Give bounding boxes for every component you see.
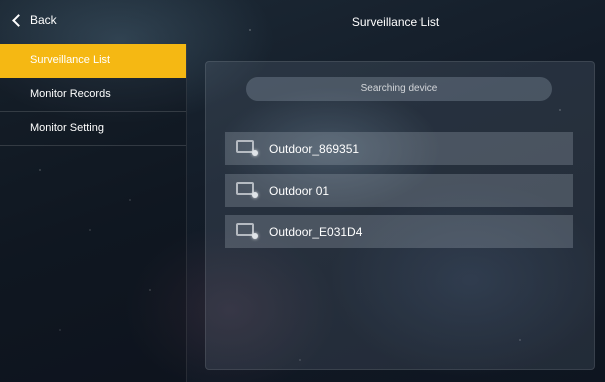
sidebar-item-surveillance-list[interactable]: Surveillance List bbox=[0, 44, 186, 78]
device-list-panel: Searching device Outdoor_869351 Outdoor … bbox=[205, 61, 595, 370]
device-row-outdoor-869351[interactable]: Outdoor_869351 bbox=[225, 132, 573, 165]
page-title: Surveillance List bbox=[351, 15, 440, 29]
header-bar: Back Surveillance List bbox=[0, 0, 605, 44]
device-name: Outdoor 01 bbox=[269, 183, 330, 198]
back-button[interactable]: Back bbox=[12, 13, 57, 27]
search-status: Searching device bbox=[246, 77, 552, 101]
sidebar-item-monitor-setting[interactable]: Monitor Setting bbox=[0, 112, 186, 146]
device-name: Outdoor_E031D4 bbox=[269, 224, 363, 239]
sidebar-item-label: Monitor Setting bbox=[30, 122, 104, 134]
device-name: Outdoor_869351 bbox=[269, 141, 360, 156]
app-screen: Back Surveillance List Surveillance List… bbox=[0, 0, 605, 382]
sidebar: Surveillance List Monitor Records Monito… bbox=[0, 44, 187, 382]
chevron-left-icon bbox=[12, 14, 25, 27]
monitor-icon bbox=[236, 181, 260, 200]
sidebar-item-label: Surveillance List bbox=[30, 54, 111, 66]
sidebar-item-monitor-records[interactable]: Monitor Records bbox=[0, 78, 186, 112]
device-row-outdoor-e031d4[interactable]: Outdoor_E031D4 bbox=[225, 215, 573, 248]
sidebar-item-label: Monitor Records bbox=[30, 88, 111, 100]
device-row-outdoor-01[interactable]: Outdoor 01 bbox=[225, 174, 573, 207]
monitor-icon bbox=[236, 222, 260, 241]
back-label: Back bbox=[30, 13, 57, 27]
monitor-icon bbox=[236, 139, 260, 158]
